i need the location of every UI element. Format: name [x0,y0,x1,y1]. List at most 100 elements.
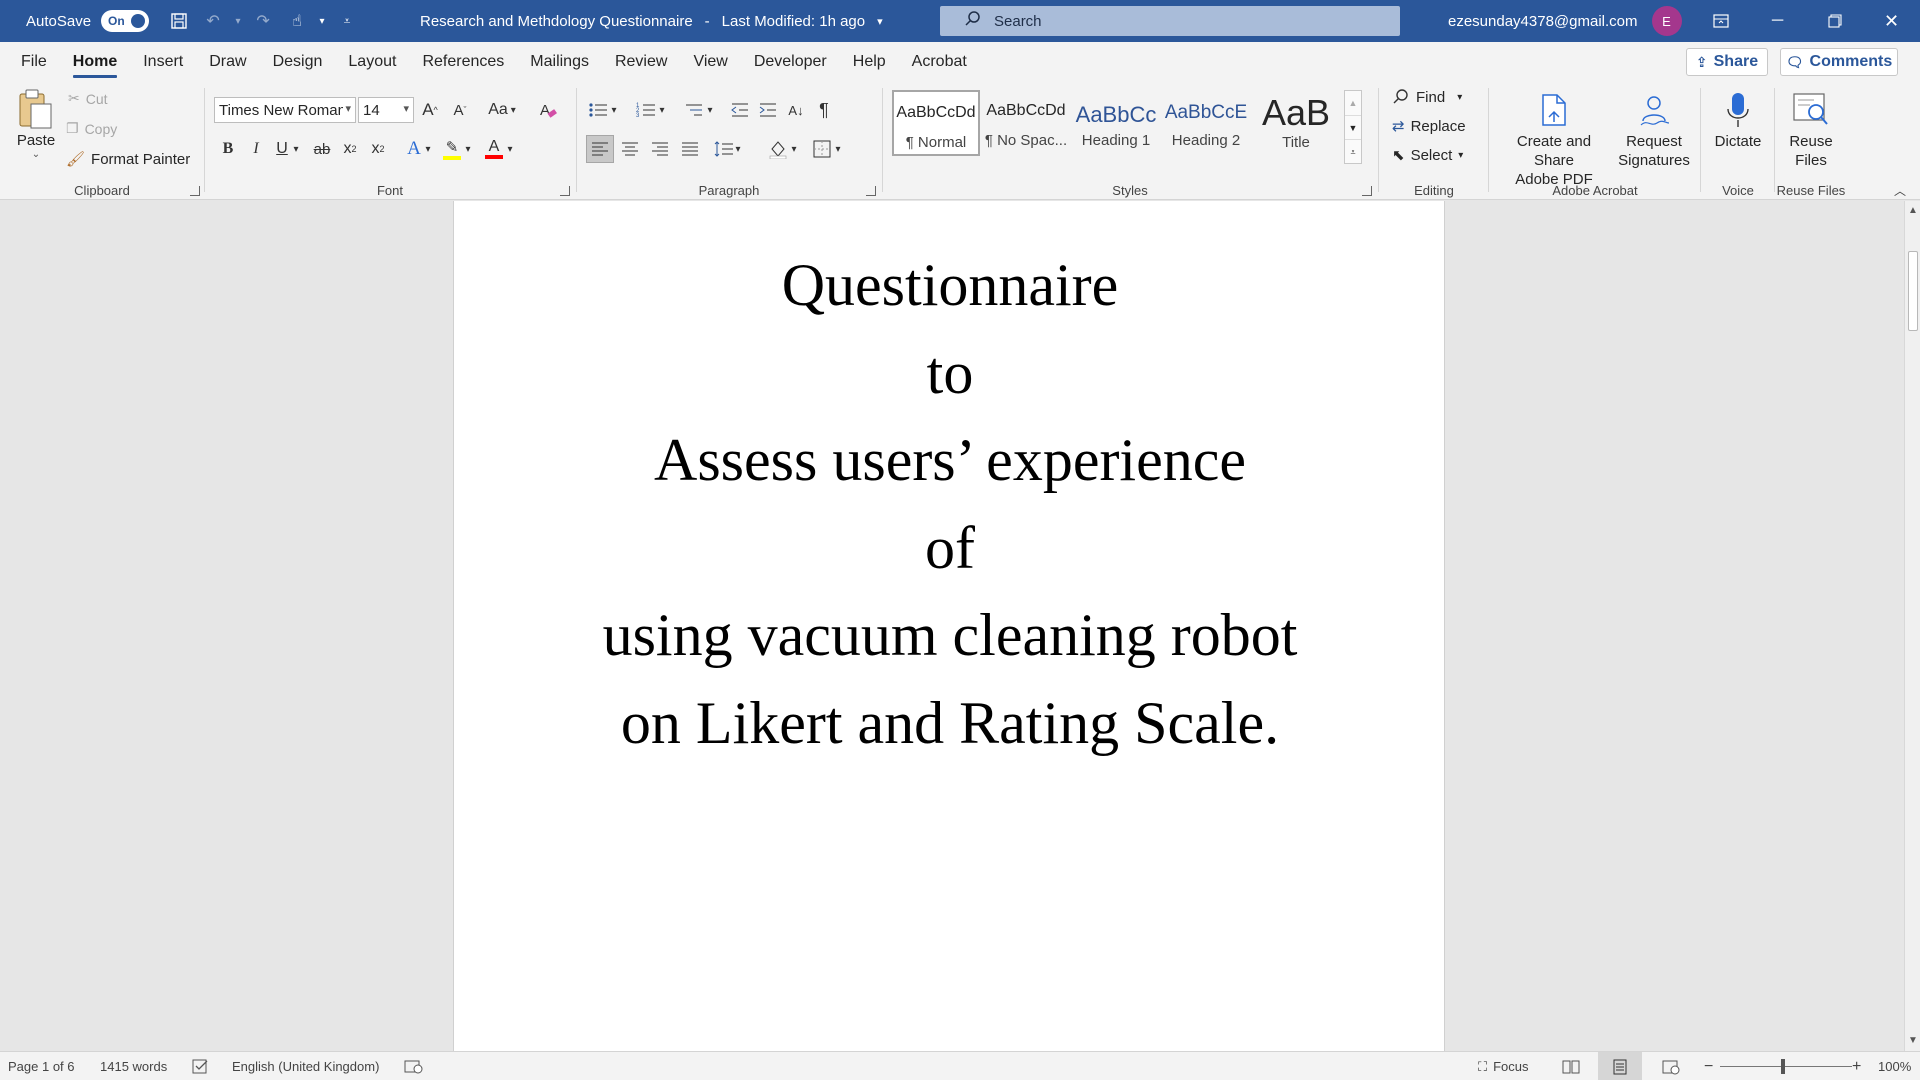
tab-view[interactable]: View [680,42,740,82]
shading-dropdown-icon[interactable]: ▾ [788,137,800,161]
underline-dropdown-icon[interactable]: ▾ [290,137,302,161]
change-case-icon[interactable]: Aa ▾ [482,98,522,122]
numbering-dropdown-icon[interactable]: ▾ [656,98,668,122]
web-layout-icon[interactable] [1662,1052,1680,1080]
minimize-icon[interactable]: ─ [1749,0,1806,42]
print-layout-icon[interactable] [1598,1052,1642,1080]
format-painter-button[interactable]: 🖌 Format Painter [66,150,190,169]
font-launcher-icon[interactable] [560,186,570,196]
tab-file[interactable]: File [8,42,60,82]
document-line[interactable]: of [454,514,1446,583]
reuse-files-button[interactable]: Reuse Files [1778,90,1844,170]
touch-mode-dropdown-icon[interactable]: ▾ [317,7,327,35]
document-line[interactable]: Questionnaire [454,251,1446,320]
text-effects-dropdown-icon[interactable]: ▾ [422,137,434,161]
font-color-button[interactable]: A [482,134,506,164]
document-title-area[interactable]: Research and Methdology Questionnaire - … [420,0,883,42]
comments-button[interactable]: 🗨 Comments [1780,48,1898,76]
bullets-icon[interactable] [586,98,610,122]
avatar[interactable]: E [1651,6,1682,36]
close-icon[interactable]: ✕ [1863,0,1920,42]
align-left-button[interactable] [586,135,614,163]
tab-layout[interactable]: Layout [335,42,409,82]
show-formatting-marks-icon[interactable]: ¶ [812,98,836,122]
font-color-dropdown-icon[interactable]: ▾ [504,137,516,161]
decrease-indent-icon[interactable] [728,98,752,122]
tab-home[interactable]: Home [60,42,130,82]
find-button[interactable]: Find ▾ [1392,88,1462,106]
touch-mode-icon[interactable]: ☝ [283,7,311,35]
justify-button[interactable] [678,137,702,161]
copy-button[interactable]: ❐ Copy [66,120,117,137]
request-signatures-button[interactable]: Request Signatures [1612,90,1696,170]
shading-icon[interactable] [766,137,790,161]
replace-button[interactable]: ⇄ Replace [1392,117,1466,136]
word-count[interactable]: 1415 words [100,1052,167,1080]
style-no-spacing[interactable]: AaBbCcDd ¶ No Spac... [982,90,1070,156]
tab-help[interactable]: Help [840,42,899,82]
zoom-in-button[interactable]: + [1852,1052,1861,1080]
style-heading-2[interactable]: AaBbCcE Heading 2 [1162,90,1250,156]
tab-review[interactable]: Review [602,42,680,82]
line-spacing-dropdown-icon[interactable]: ▾ [732,137,744,161]
scroll-up-icon[interactable]: ▲ [1907,205,1919,217]
tab-acrobat[interactable]: Acrobat [899,42,980,82]
bullets-dropdown-icon[interactable]: ▾ [608,98,620,122]
bold-button[interactable]: B [216,137,240,161]
document-canvas[interactable]: Questionnaire to Assess users’ experienc… [0,201,1904,1051]
tab-draw[interactable]: Draw [196,42,259,82]
superscript-button[interactable]: x2 [366,137,390,161]
tab-developer[interactable]: Developer [741,42,840,82]
scroll-down-icon[interactable]: ▼ [1907,1035,1919,1047]
align-right-button[interactable] [648,137,672,161]
style-title[interactable]: AaB Title [1252,90,1340,156]
document-line[interactable]: using vacuum cleaning robot [454,601,1446,670]
sort-icon[interactable]: A↓ [784,98,808,122]
multilevel-dropdown-icon[interactable]: ▾ [704,98,716,122]
chevron-up-icon[interactable]: ▲ [1345,91,1361,115]
document-line[interactable]: to [454,339,1446,408]
tab-references[interactable]: References [409,42,517,82]
vertical-scrollbar[interactable]: ▲ ▼ [1904,201,1920,1051]
customize-qat-icon[interactable]: ⩡ [333,7,361,35]
select-button[interactable]: ⬉ Select ▾ [1392,146,1463,165]
document-line[interactable]: Assess users’ experience [454,426,1446,495]
borders-icon[interactable] [810,137,834,161]
redo-icon[interactable]: ↷ [249,7,277,35]
borders-dropdown-icon[interactable]: ▾ [832,137,844,161]
accessibility-icon[interactable] [404,1052,424,1080]
clipboard-launcher-icon[interactable] [190,186,200,196]
strikethrough-button[interactable]: ab [310,137,334,161]
page-count[interactable]: Page 1 of 6 [8,1052,75,1080]
subscript-button[interactable]: x2 [338,137,362,161]
proofing-icon[interactable] [192,1052,210,1080]
undo-icon[interactable]: ↶ [199,7,227,35]
style-normal[interactable]: AaBbCcDd ¶ Normal [892,90,980,156]
zoom-level[interactable]: 100% [1878,1052,1911,1080]
search-box[interactable]: Search [940,6,1400,36]
zoom-slider-track[interactable] [1720,1066,1852,1067]
styles-gallery-scroller[interactable]: ▲ ▼ ⩡ [1344,90,1362,164]
paste-button[interactable]: Paste ⌄ [14,88,58,178]
style-heading-1[interactable]: AaBbCc Heading 1 [1072,90,1160,156]
document-line[interactable]: on Likert and Rating Scale. [454,689,1446,758]
dictate-button[interactable]: Dictate [1706,90,1770,151]
multilevel-list-icon[interactable] [682,98,706,122]
grow-font-icon[interactable]: A ^ [418,98,442,122]
restore-icon[interactable] [1806,0,1863,42]
share-button[interactable]: ⇪ Share [1686,48,1768,76]
align-center-button[interactable] [618,137,642,161]
read-mode-icon[interactable] [1562,1052,1580,1080]
tab-insert[interactable]: Insert [130,42,196,82]
shrink-font-icon[interactable]: Aˇ [448,98,472,122]
font-name-dropdown[interactable]: Times New Roman ▾ [214,97,356,123]
create-share-pdf-button[interactable]: Create and Share Adobe PDF [1498,90,1610,189]
clear-formatting-icon[interactable]: A [536,98,560,122]
highlight-color-button[interactable]: ✎ [440,134,464,164]
scroll-thumb[interactable] [1908,251,1918,331]
save-icon[interactable] [165,7,193,35]
styles-launcher-icon[interactable] [1362,186,1372,196]
more-styles-icon[interactable]: ⩡ [1345,139,1361,163]
increase-indent-icon[interactable] [756,98,780,122]
italic-button[interactable]: I [244,137,268,161]
